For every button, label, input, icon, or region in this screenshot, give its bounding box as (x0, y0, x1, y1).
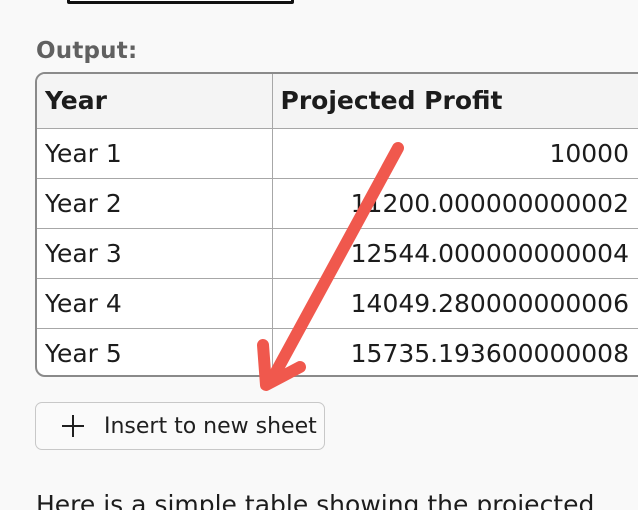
insert-to-new-sheet-button[interactable]: Insert to new sheet (35, 402, 325, 450)
insert-button-label: Insert to new sheet (104, 413, 317, 439)
output-table-container: Year Projected Profit Year 1 10000 Year … (35, 72, 638, 377)
table-row: Year 3 12544.000000000004 (37, 228, 638, 279)
table-cell-year: Year 3 (37, 228, 273, 279)
table-cell-profit: 11200.000000000002 (272, 178, 638, 229)
table-cell-year: Year 4 (37, 278, 273, 329)
table-row: Year 5 15735.193600000008 (37, 328, 638, 375)
column-header-projected-profit: Projected Profit (272, 74, 638, 129)
table-row: Year 4 14049.280000000006 (37, 278, 638, 329)
table-cell-profit: 15735.193600000008 (350, 338, 629, 368)
chat-response-panel: Output: Year Projected Profit Year 1 100… (0, 0, 638, 510)
output-label: Output: (36, 38, 138, 64)
response-text: Here is a simple table showing the proje… (36, 490, 595, 510)
plus-icon (62, 415, 84, 437)
table-cell-profit: 14049.280000000006 (272, 278, 638, 329)
table-cell-year: Year 2 (37, 178, 273, 229)
previous-code-block (67, 0, 294, 4)
table-row: Year 1 10000 (37, 128, 638, 179)
table-header-row: Year Projected Profit (37, 74, 638, 129)
column-header-year: Year (37, 74, 273, 129)
table-cell-year: Year 1 (37, 128, 273, 179)
table-cell-profit: 10000 (272, 128, 638, 179)
table-row: Year 2 11200.000000000002 (37, 178, 638, 229)
table-cell-year: Year 5 (37, 328, 273, 375)
projected-profit-table: Year Projected Profit Year 1 10000 Year … (37, 74, 638, 375)
table-cell-profit: 12544.000000000004 (272, 228, 638, 279)
